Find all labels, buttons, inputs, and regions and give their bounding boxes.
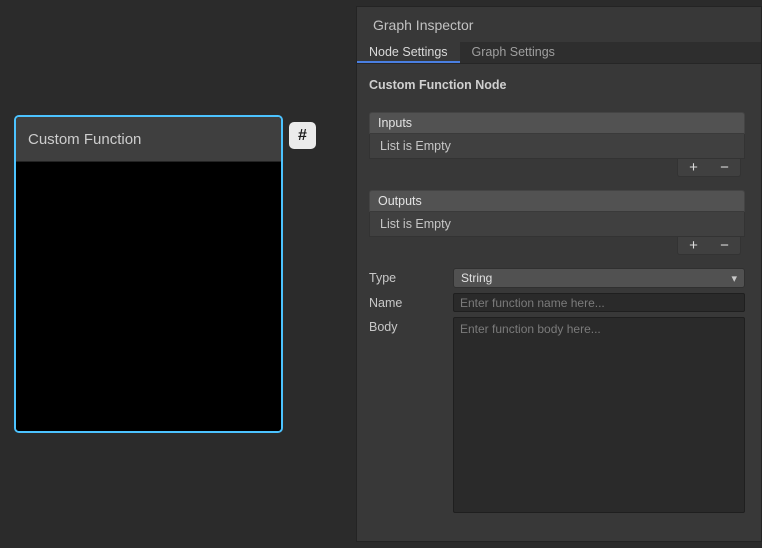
outputs-list-footer: + − (677, 237, 741, 255)
function-name-input[interactable] (453, 293, 745, 312)
custom-function-node[interactable]: Custom Function (14, 115, 283, 433)
hash-badge-button[interactable]: # (289, 122, 316, 149)
chevron-down-icon: ▾ (731, 272, 737, 285)
graph-canvas[interactable]: Custom Function # Graph Inspector Node S… (0, 0, 762, 548)
graph-inspector-panel: Graph Inspector Node Settings Graph Sett… (356, 6, 762, 542)
node-body (16, 162, 281, 433)
inspector-tab-bar: Node Settings Graph Settings (357, 42, 761, 64)
tab-node-settings[interactable]: Node Settings (357, 42, 460, 63)
function-body-input[interactable] (453, 317, 745, 513)
inspector-header[interactable]: Graph Inspector (357, 7, 761, 42)
outputs-list-header[interactable]: Outputs (369, 190, 745, 212)
outputs-empty-label: List is Empty (380, 217, 451, 231)
node-header: Custom Function (16, 117, 281, 162)
section-title: Custom Function Node (369, 78, 745, 92)
outputs-list: Outputs List is Empty + − (369, 190, 745, 237)
inputs-empty-label: List is Empty (380, 139, 451, 153)
inputs-empty-row: List is Empty (369, 134, 745, 159)
outputs-add-button[interactable]: + (683, 238, 704, 253)
inputs-list: Inputs List is Empty + − (369, 112, 745, 159)
outputs-empty-row: List is Empty (369, 212, 745, 237)
tab-graph-settings[interactable]: Graph Settings (460, 42, 567, 63)
type-label: Type (369, 271, 453, 285)
inspector-content: Custom Function Node Inputs List is Empt… (357, 64, 761, 513)
name-label: Name (369, 296, 453, 310)
name-field-row: Name (369, 293, 745, 312)
node-title: Custom Function (28, 131, 141, 148)
inputs-add-button[interactable]: + (683, 160, 704, 175)
type-dropdown[interactable]: String ▾ (453, 268, 745, 288)
inspector-title: Graph Inspector (373, 17, 473, 33)
inputs-header-label: Inputs (378, 116, 412, 130)
body-field-row: Body (369, 317, 745, 513)
outputs-header-label: Outputs (378, 194, 422, 208)
inputs-list-footer: + − (677, 159, 741, 177)
body-label: Body (369, 317, 453, 334)
outputs-remove-button[interactable]: − (714, 238, 735, 253)
inputs-list-header[interactable]: Inputs (369, 112, 745, 134)
inputs-remove-button[interactable]: − (714, 160, 735, 175)
type-dropdown-value: String (461, 271, 492, 285)
hash-icon: # (298, 127, 307, 145)
type-field-row: Type String ▾ (369, 268, 745, 288)
